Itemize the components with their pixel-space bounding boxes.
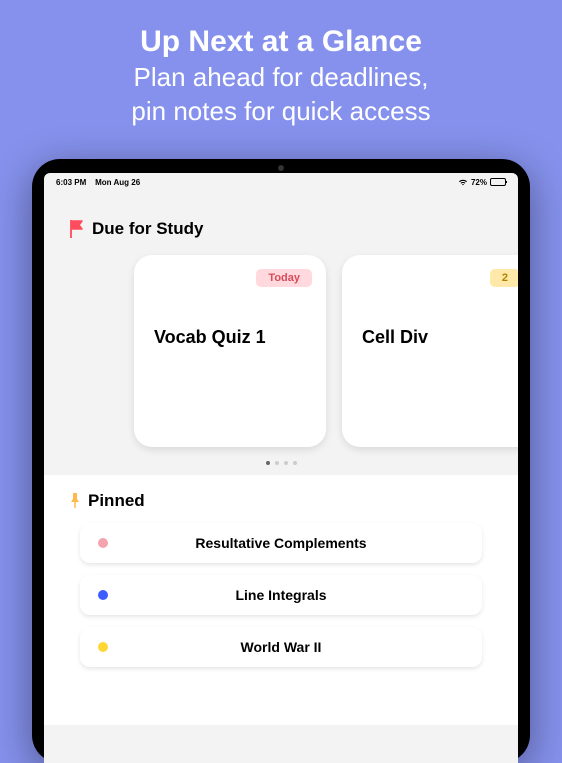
card-title: Vocab Quiz 1 (154, 327, 306, 348)
page-dot (266, 461, 270, 465)
pinned-section-header: Pinned (44, 475, 518, 523)
status-bar: 6:03 PM Mon Aug 26 72% (44, 173, 518, 189)
badge-date: 2 (490, 269, 518, 287)
study-card[interactable]: 2 Cell Div (342, 255, 518, 447)
badge-today: Today (256, 269, 312, 287)
pinned-item-label: World War II (122, 639, 464, 655)
pinned-item[interactable]: Line Integrals (80, 575, 482, 615)
page-dot (284, 461, 288, 465)
card-title: Cell Div (362, 327, 514, 348)
page-indicator (44, 461, 518, 465)
status-right: 72% (458, 178, 506, 187)
due-section-title: Due for Study (92, 219, 203, 239)
study-card[interactable]: Today Vocab Quiz 1 (134, 255, 326, 447)
pinned-item[interactable]: Resultative Complements (80, 523, 482, 563)
due-section-header: Due for Study (44, 189, 518, 255)
pin-icon (70, 493, 80, 509)
wifi-icon (458, 178, 468, 186)
status-left: 6:03 PM Mon Aug 26 (56, 178, 140, 187)
device-frame: 6:03 PM Mon Aug 26 72% Due for Study (32, 159, 530, 763)
battery-icon (490, 178, 506, 186)
hero-title: Up Next at a Glance (30, 22, 532, 61)
page-dot (293, 461, 297, 465)
pinned-section-title: Pinned (88, 491, 145, 511)
color-dot (98, 538, 108, 548)
pinned-item[interactable]: World War II (80, 627, 482, 667)
hero-subtitle-2: pin notes for quick access (30, 95, 532, 129)
pinned-section: Pinned Resultative Complements Line Inte… (44, 475, 518, 725)
hero-subtitle-1: Plan ahead for deadlines, (30, 61, 532, 95)
hero-banner: Up Next at a Glance Plan ahead for deadl… (0, 0, 562, 147)
pinned-item-label: Resultative Complements (122, 535, 464, 551)
color-dot (98, 642, 108, 652)
status-date: Mon Aug 26 (95, 178, 140, 187)
pinned-item-label: Line Integrals (122, 587, 464, 603)
battery-percent: 72% (471, 178, 487, 187)
flag-icon (70, 220, 84, 238)
pinned-list: Resultative Complements Line Integrals W… (44, 523, 518, 667)
cards-row[interactable]: Today Vocab Quiz 1 2 Cell Div (44, 255, 518, 447)
color-dot (98, 590, 108, 600)
screen: 6:03 PM Mon Aug 26 72% Due for Study (44, 173, 518, 763)
camera-dot (278, 165, 284, 171)
status-time: 6:03 PM (56, 178, 86, 187)
page-dot (275, 461, 279, 465)
